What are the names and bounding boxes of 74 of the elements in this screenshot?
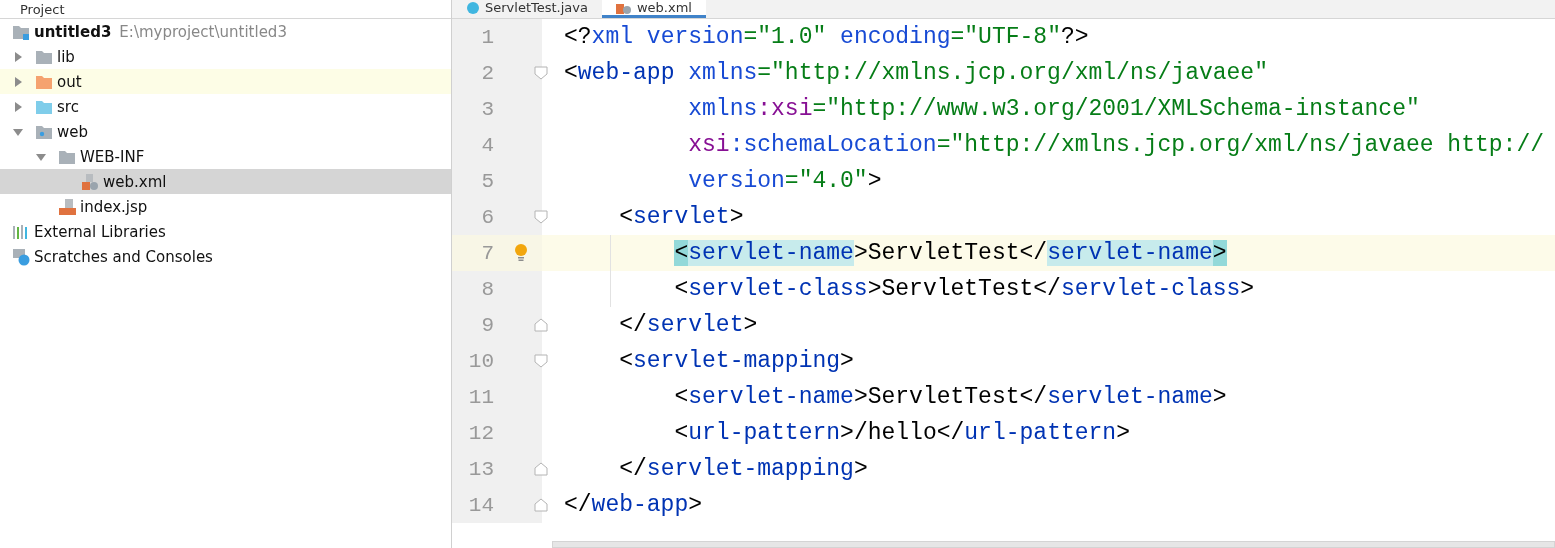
code-line: <servlet-name>ServletTest</servlet-name> <box>673 384 1228 410</box>
tree-item[interactable]: src <box>0 94 451 119</box>
line-number: 2 <box>452 55 542 91</box>
code-line: <url-pattern>/hello</url-pattern> <box>673 420 1131 446</box>
fold-start-icon[interactable] <box>534 354 548 368</box>
line-number: 5 <box>452 163 542 199</box>
line-number: 1 <box>452 19 542 55</box>
folder-icon <box>35 123 53 140</box>
expand-arrow-icon[interactable] <box>12 100 24 113</box>
jsp-file-icon <box>58 197 76 216</box>
code-line: <?xml version="1.0" encoding="UTF-8"?> <box>564 24 1090 50</box>
line-number: 14 <box>452 487 542 523</box>
tree-item[interactable]: External Libraries <box>0 219 451 244</box>
tree-label: web <box>57 122 89 141</box>
code-line: xsi:schemaLocation="http://xmlns.jcp.org/xml/ns/javaee http:// <box>687 132 1545 158</box>
folder-icon <box>58 148 76 165</box>
folder-icon <box>35 48 53 65</box>
tree-label: WEB-INF <box>80 147 145 166</box>
fold-end-icon[interactable] <box>534 462 548 476</box>
tree-item[interactable]: web.xml <box>0 169 451 194</box>
folder-icon <box>12 23 30 40</box>
folder-icon <box>35 73 53 90</box>
tree-item[interactable]: lib <box>0 44 451 69</box>
line-number: 4 <box>452 127 542 163</box>
line-number: 9 <box>452 307 542 343</box>
panel-title[interactable]: Project <box>20 1 65 17</box>
tree-label: web.xml <box>103 172 167 191</box>
code-line: <servlet-mapping> <box>618 348 855 374</box>
line-number: 11 <box>452 379 542 415</box>
tree-item[interactable]: index.jsp <box>0 194 451 219</box>
editor-tab[interactable]: web.xml <box>601 0 706 18</box>
code-line: <servlet-class>ServletTest</servlet-class> <box>673 276 1256 302</box>
tree-label: index.jsp <box>80 197 148 216</box>
fold-end-icon[interactable] <box>534 318 548 332</box>
xml-file-icon <box>81 172 99 191</box>
fold-start-icon[interactable] <box>534 210 548 224</box>
folder-icon <box>35 98 53 115</box>
project-path: E:\myproject\untitled3 <box>119 22 287 41</box>
fold-end-icon[interactable] <box>534 498 548 512</box>
libraries-icon <box>12 223 30 240</box>
fold-start-icon[interactable] <box>534 66 548 80</box>
line-number: 13 <box>452 451 542 487</box>
tree-item[interactable]: WEB-INF <box>0 144 451 169</box>
tree-label: lib <box>57 47 75 66</box>
tree-item[interactable]: out <box>0 69 451 94</box>
code-line: <servlet-name>ServletTest</servlet-name> <box>564 240 1555 266</box>
tree-label: src <box>57 97 79 116</box>
tree-item[interactable]: Scratches and Consoles <box>0 244 451 269</box>
lightbulb-icon[interactable] <box>514 244 528 262</box>
line-number: 7 <box>452 235 542 271</box>
code-line: <servlet> <box>618 204 745 230</box>
line-number: 12 <box>452 415 542 451</box>
code-line: </servlet-mapping> <box>618 456 869 482</box>
line-number: 3 <box>452 91 542 127</box>
code-line: version="4.0"> <box>687 168 883 194</box>
expand-arrow-icon[interactable] <box>12 50 24 63</box>
line-number: 8 <box>452 271 542 307</box>
scratches-icon <box>12 247 30 266</box>
code-line: <web-app xmlns="http://xmlns.jcp.org/xml/ns/javaee" <box>564 60 1269 86</box>
expand-arrow-icon[interactable] <box>12 75 24 88</box>
tree-label: Scratches and Consoles <box>34 247 213 266</box>
tree-label: out <box>57 72 82 91</box>
line-number: 6 <box>452 199 542 235</box>
horizontal-scrollbar[interactable] <box>552 541 1555 548</box>
line-number: 10 <box>452 343 542 379</box>
code-line: xmlns:xsi="http://www.w3.org/2001/XMLSchema-instance" <box>687 96 1421 122</box>
class-file-icon <box>466 0 480 15</box>
tree-label: untitled3 <box>34 22 112 41</box>
code-line: </web-app> <box>564 492 704 518</box>
tree-item[interactable]: untitled3 E:\myproject\untitled3 <box>0 19 451 44</box>
code-line: </servlet> <box>618 312 759 338</box>
tree-item[interactable]: web <box>0 119 451 144</box>
tree-label: External Libraries <box>34 222 166 241</box>
editor-tab[interactable]: ServletTest.java <box>452 0 602 18</box>
